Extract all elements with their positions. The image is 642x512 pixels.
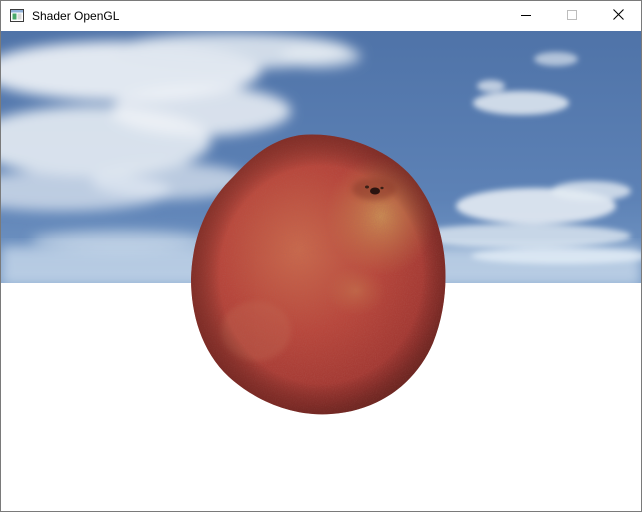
minimize-button[interactable] [503, 1, 549, 31]
maximize-button[interactable] [549, 1, 595, 31]
window-title: Shader OpenGL [32, 9, 120, 23]
minimize-icon [521, 7, 531, 25]
app-window: Shader OpenGL [0, 0, 642, 512]
app-window-icon [10, 9, 24, 22]
close-icon [612, 7, 624, 25]
opengl-viewport[interactable] [1, 31, 641, 511]
title-bar[interactable]: Shader OpenGL [1, 1, 641, 31]
rendered-scene [1, 31, 641, 511]
close-button[interactable] [595, 1, 641, 31]
maximize-icon [567, 7, 577, 25]
